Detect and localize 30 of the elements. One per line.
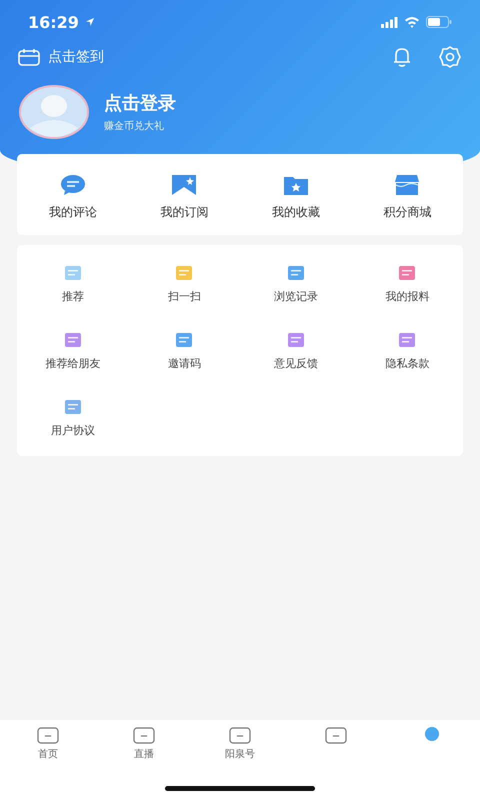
service-item[interactable]: 用户协议 <box>17 399 128 438</box>
service-item[interactable]: 邀请码 <box>128 332 240 371</box>
picture-star-icon <box>171 174 198 196</box>
service-item[interactable]: 推荐 <box>17 265 128 304</box>
wifi-icon <box>404 16 420 28</box>
bell-icon[interactable] <box>392 46 412 68</box>
quick-action[interactable]: 我的收藏 <box>240 174 352 221</box>
tab[interactable]: 阳泉号 <box>192 726 288 776</box>
tab[interactable]: 直播 <box>96 726 192 776</box>
service-item[interactable]: 意见反馈 <box>240 332 352 371</box>
quick-action[interactable]: 我的订阅 <box>128 174 240 221</box>
quick-action[interactable]: 积分商城 <box>352 174 463 221</box>
quick-action[interactable]: 我的评论 <box>17 174 128 221</box>
battery-icon <box>426 16 452 28</box>
service-item[interactable]: 浏览记录 <box>240 265 352 304</box>
status-time: 16:29 <box>28 12 79 32</box>
service-item[interactable]: 推荐给朋友 <box>17 332 128 371</box>
signal-icon <box>381 16 398 28</box>
tab[interactable]: 首页 <box>0 726 96 776</box>
sign-in-button[interactable]: 点击签到 <box>18 48 104 66</box>
location-arrow-icon <box>84 17 95 27</box>
settings-icon[interactable] <box>438 45 462 69</box>
folder-star-icon <box>282 174 309 196</box>
store-icon <box>394 174 420 196</box>
service-item[interactable]: 隐私条款 <box>352 332 463 371</box>
login-subtitle: 赚金币兑大礼 <box>104 120 165 133</box>
service-item[interactable]: 扫一扫 <box>128 265 240 304</box>
service-item[interactable]: 我的报料 <box>352 265 463 304</box>
avatar[interactable] <box>18 84 90 140</box>
chat-bubble-icon <box>60 174 86 196</box>
